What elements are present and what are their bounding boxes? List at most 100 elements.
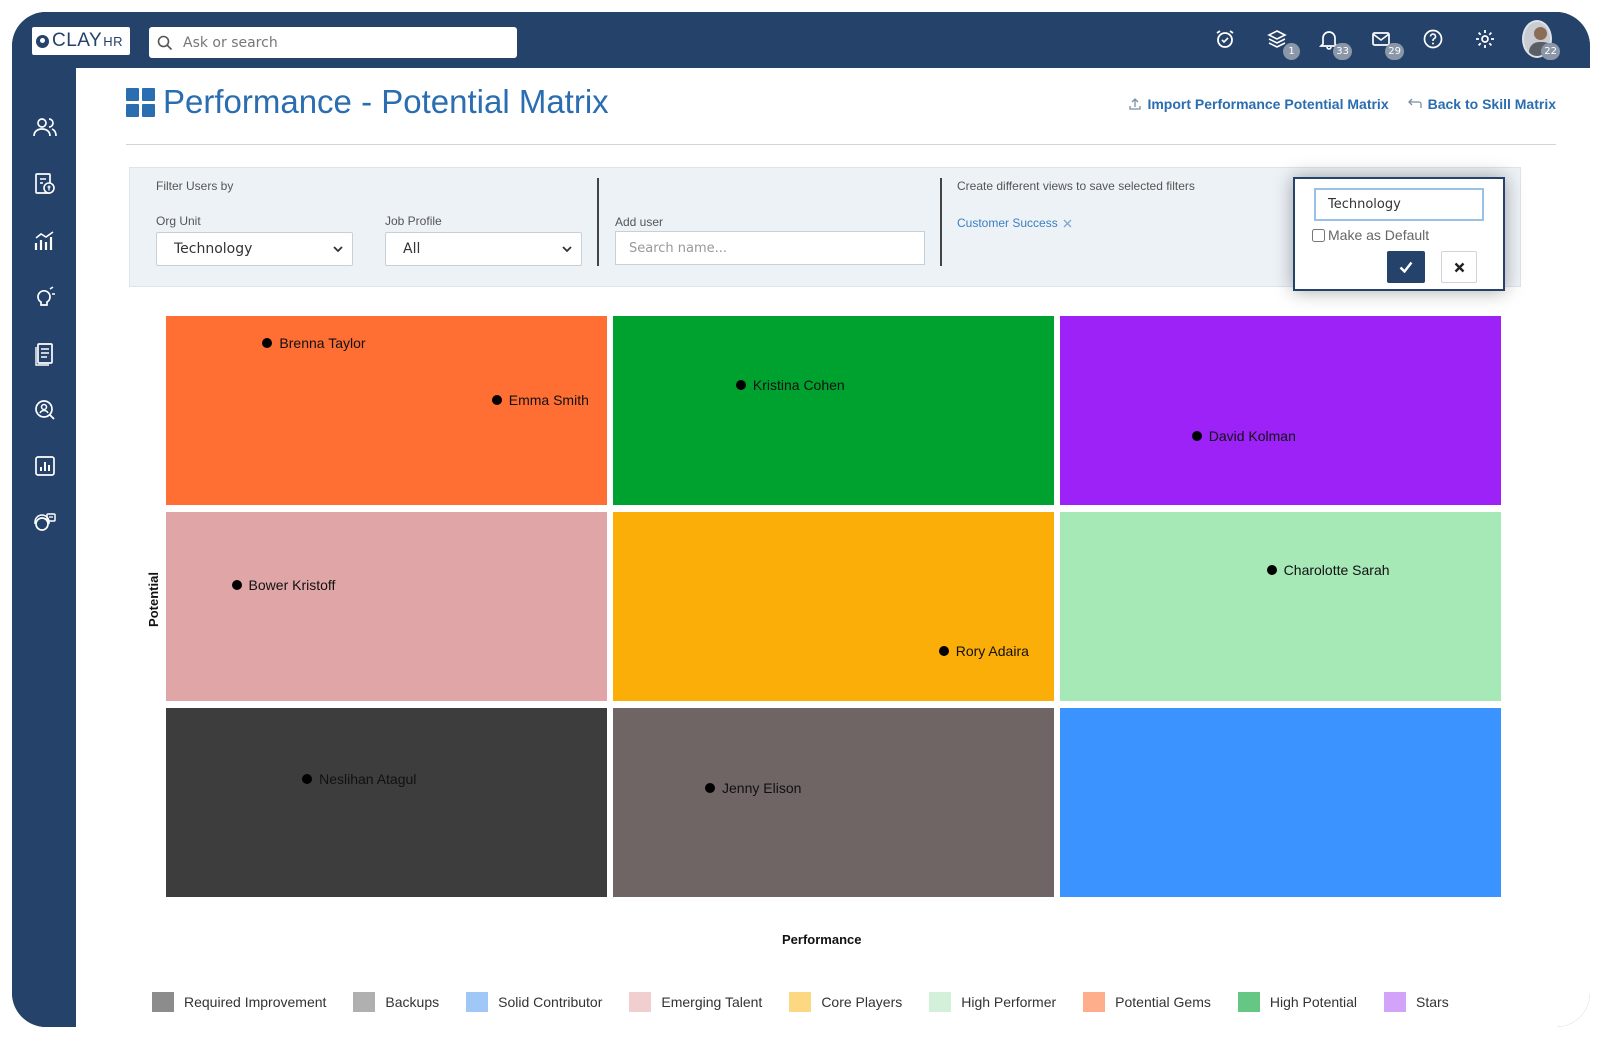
back-to-skill-matrix-label: Back to Skill Matrix bbox=[1427, 96, 1556, 112]
sidebar-people-icon[interactable] bbox=[29, 112, 61, 144]
back-arrow-icon bbox=[1407, 98, 1422, 108]
notifications-bell-icon[interactable]: 33 bbox=[1314, 24, 1352, 60]
sidebar-documents-icon[interactable] bbox=[29, 338, 61, 370]
views-divider bbox=[940, 178, 942, 266]
page-title: Performance - Potential Matrix bbox=[126, 83, 609, 121]
layers-icon[interactable]: 1 bbox=[1262, 24, 1300, 60]
employee-dot bbox=[491, 395, 502, 406]
legend-swatch bbox=[152, 992, 174, 1012]
employee-dot bbox=[302, 773, 313, 784]
legend-item: Emerging Talent bbox=[629, 992, 762, 1012]
employee-dot bbox=[1191, 430, 1202, 441]
legend-label: Emerging Talent bbox=[661, 994, 763, 1010]
logo-mark-icon bbox=[36, 34, 49, 48]
employee-marker[interactable]: Rory Adaira bbox=[938, 642, 1029, 659]
matrix-cell-r1-c0: Bower Kristoff bbox=[166, 512, 607, 701]
chevron-down-icon bbox=[562, 246, 572, 253]
employee-marker[interactable]: David Kolman bbox=[1191, 427, 1296, 444]
logo-sub: HR bbox=[103, 33, 124, 49]
matrix-cell-r2-c2 bbox=[1060, 708, 1501, 897]
employee-marker[interactable]: Brenna Taylor bbox=[262, 335, 366, 352]
legend-item: Potential Gems bbox=[1083, 992, 1211, 1012]
employee-marker[interactable]: Charolotte Sarah bbox=[1266, 562, 1390, 578]
sidebar-support-icon[interactable] bbox=[29, 507, 61, 539]
employee-name: Neslihan Atagul bbox=[319, 770, 417, 787]
save-view-popup: Make as Default bbox=[1293, 177, 1505, 291]
layers-badge: 1 bbox=[1283, 43, 1300, 60]
legend-swatch bbox=[1083, 992, 1106, 1012]
page-title-text: Performance - Potential Matrix bbox=[163, 83, 609, 120]
legend-swatch bbox=[929, 992, 952, 1012]
job-profile-label: Job Profile bbox=[385, 214, 442, 228]
sidebar-ideas-icon[interactable] bbox=[29, 281, 61, 313]
search-icon bbox=[157, 35, 173, 50]
legend-label: Potential Gems bbox=[1115, 994, 1211, 1010]
matrix-cell-r1-c1: Rory Adaira bbox=[613, 512, 1054, 701]
app-window: CLAY HR 1 33 29 bbox=[12, 12, 1590, 1027]
legend-item: Backups bbox=[353, 992, 439, 1012]
logo-main: CLAY bbox=[52, 30, 103, 51]
profile-avatar[interactable]: 22 bbox=[1522, 20, 1560, 60]
legend-label: Stars bbox=[1416, 994, 1449, 1010]
help-question-icon[interactable] bbox=[1418, 24, 1448, 54]
legend-label: High Performer bbox=[961, 994, 1057, 1010]
saved-view-tag[interactable]: Customer Success bbox=[957, 216, 1072, 230]
legend-swatch bbox=[1237, 992, 1260, 1012]
close-icon bbox=[1454, 262, 1464, 272]
alarm-clock-icon[interactable] bbox=[1210, 24, 1240, 54]
import-matrix-link[interactable]: Import Performance Potential Matrix bbox=[1128, 96, 1389, 112]
make-default-checkbox[interactable] bbox=[1312, 228, 1325, 242]
sidebar-reports-icon[interactable] bbox=[29, 450, 61, 482]
messages-envelope-icon[interactable]: 29 bbox=[1366, 24, 1404, 60]
employee-name: Brenna Taylor bbox=[279, 335, 366, 352]
org-unit-select[interactable]: Technology bbox=[156, 232, 353, 266]
legend-label: Core Players bbox=[821, 994, 903, 1010]
sidebar-analytics-icon[interactable] bbox=[29, 225, 61, 257]
employee-marker[interactable]: Jenny Elison bbox=[705, 780, 801, 796]
legend-label: Solid Contributor bbox=[498, 994, 603, 1010]
clayhr-logo[interactable]: CLAY HR bbox=[32, 27, 130, 55]
employee-name: Bower Kristoff bbox=[248, 576, 336, 593]
legend-swatch bbox=[789, 992, 812, 1012]
job-profile-select[interactable]: All bbox=[385, 232, 582, 266]
legend-item: Stars bbox=[1384, 992, 1449, 1012]
add-user-input[interactable] bbox=[615, 231, 925, 265]
matrix-grid-icon bbox=[126, 87, 155, 117]
employee-marker[interactable]: Bower Kristoff bbox=[231, 576, 336, 593]
legend-label: Backups bbox=[385, 994, 440, 1010]
x-axis-label: Performance bbox=[782, 932, 862, 947]
employee-marker[interactable]: Neslihan Atagul bbox=[302, 771, 416, 787]
cancel-save-button[interactable] bbox=[1441, 251, 1477, 283]
employee-dot bbox=[938, 645, 949, 656]
employee-marker[interactable]: Emma Smith bbox=[491, 392, 589, 408]
org-unit-value: Technology bbox=[174, 241, 253, 257]
employee-dot bbox=[231, 579, 242, 590]
confirm-save-button[interactable] bbox=[1387, 251, 1425, 283]
legend-swatch bbox=[1384, 992, 1407, 1012]
global-search[interactable] bbox=[149, 27, 517, 58]
top-bar: CLAY HR 1 33 29 bbox=[12, 12, 1590, 68]
legend-item: High Performer bbox=[929, 992, 1056, 1012]
remove-view-close-icon[interactable] bbox=[1063, 219, 1072, 228]
matrix-cell-r2-c0: Neslihan Atagul bbox=[166, 708, 607, 897]
search-input[interactable] bbox=[181, 33, 505, 52]
sidebar-people-search-icon[interactable] bbox=[29, 394, 61, 426]
add-user-label: Add user bbox=[615, 215, 664, 229]
settings-gear-icon[interactable] bbox=[1470, 24, 1500, 54]
upload-icon bbox=[1129, 98, 1142, 110]
chevron-down-icon bbox=[333, 246, 343, 253]
employee-dot bbox=[735, 379, 746, 390]
back-to-skill-matrix-link[interactable]: Back to Skill Matrix bbox=[1407, 96, 1556, 112]
employee-name: David Kolman bbox=[1208, 427, 1296, 444]
make-default-option[interactable]: Make as Default bbox=[1312, 227, 1429, 243]
legend-item: Core Players bbox=[789, 992, 902, 1012]
employee-marker[interactable]: Kristina Cohen bbox=[735, 377, 845, 393]
filter-heading: Filter Users by bbox=[156, 179, 234, 193]
employee-name: Rory Adaira bbox=[955, 642, 1029, 659]
legend-item: Required Improvement bbox=[152, 992, 326, 1012]
import-matrix-label: Import Performance Potential Matrix bbox=[1147, 96, 1389, 112]
filter-divider bbox=[597, 178, 599, 266]
view-name-input[interactable] bbox=[1314, 188, 1484, 221]
legend-swatch bbox=[466, 992, 489, 1012]
sidebar-payroll-icon[interactable] bbox=[29, 168, 61, 200]
